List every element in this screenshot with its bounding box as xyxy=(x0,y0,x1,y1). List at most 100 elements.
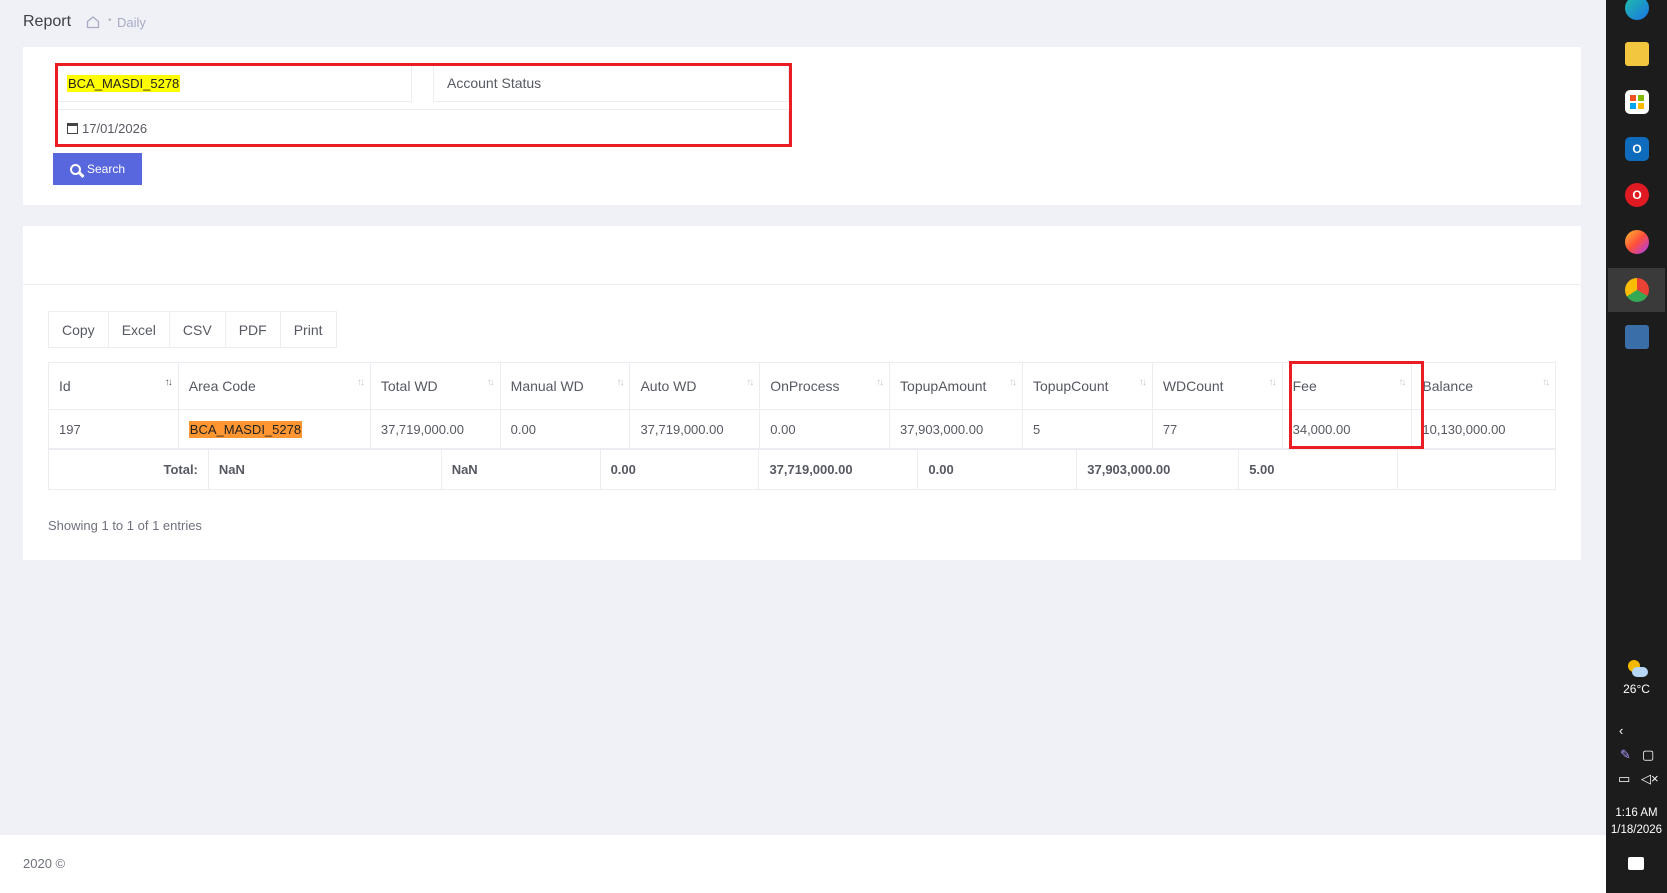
totals-table: Total: NaN NaN 0.00 37,719,000.00 0.00 3… xyxy=(48,449,1556,490)
excel-button[interactable]: Excel xyxy=(108,312,170,347)
total-value: 37,903,000.00 xyxy=(1076,449,1240,490)
pdf-button[interactable]: PDF xyxy=(225,312,281,347)
search-button-label: Search xyxy=(86,162,126,176)
column-header-label: Area Code xyxy=(188,378,256,394)
footer: 2020 © xyxy=(0,835,1606,893)
cell-onprocess: 0.00 xyxy=(759,409,891,449)
filter-card: BCA_MASDI_5278 Account Status 17/01/2026… xyxy=(23,47,1581,205)
total-value: 0.00 xyxy=(917,449,1078,490)
column-header-fee[interactable]: Fee ↑↓ xyxy=(1281,362,1413,410)
file-explorer-icon[interactable] xyxy=(1625,42,1649,66)
edge-icon[interactable] xyxy=(1625,0,1649,20)
column-header-label: TopupAmount xyxy=(900,378,987,394)
column-header-topup-count[interactable]: TopupCount ↑↓ xyxy=(1022,362,1153,410)
sort-icon: ↑↓ xyxy=(1398,377,1406,388)
column-header-label: Auto WD xyxy=(640,378,697,394)
column-header-label: Manual WD xyxy=(510,378,584,394)
csv-button[interactable]: CSV xyxy=(169,312,226,347)
print-button[interactable]: Print xyxy=(280,312,336,347)
column-header-id[interactable]: Id ↑↓ xyxy=(48,362,179,410)
column-header-balance[interactable]: Balance ↑↓ xyxy=(1411,362,1556,410)
calculator-icon[interactable] xyxy=(1625,325,1649,349)
table-header-row: Id ↑↓ Area Code ↑↓ Total WD ↑↓ Manual WD ↑↓ … xyxy=(48,362,1556,410)
clock[interactable]: 1:16 AM 1/18/2026 xyxy=(1606,805,1667,839)
table-row: 197 BCA_MASDI_5278 37,719,000.00 0.00 37… xyxy=(48,409,1556,449)
notification-icon[interactable] xyxy=(1628,857,1644,870)
column-header-manual-wd[interactable]: Manual WD ↑↓ xyxy=(499,362,631,410)
column-header-wd-count[interactable]: WDCount ↑↓ xyxy=(1151,362,1283,410)
column-header-label: OnProcess xyxy=(770,378,840,394)
firefox-icon[interactable] xyxy=(1625,230,1649,254)
clock-date: 1/18/2026 xyxy=(1610,824,1663,836)
sort-icon: ↑↓ xyxy=(1009,377,1017,388)
total-value: 5.00 xyxy=(1238,449,1399,490)
total-value: 37,719,000.00 xyxy=(758,449,919,490)
sort-icon: ↑↓ xyxy=(1138,377,1147,388)
results-card-header xyxy=(23,226,1581,285)
page-title: Report xyxy=(23,13,72,30)
opera-icon[interactable]: O xyxy=(1625,183,1649,207)
column-header-onprocess[interactable]: OnProcess ↑↓ xyxy=(759,362,891,410)
export-button-group: Copy Excel CSV PDF Print xyxy=(48,311,337,348)
chrome-icon[interactable] xyxy=(1625,278,1649,302)
area-code-highlight: BCA_MASDI_5278 xyxy=(188,420,303,438)
column-header-area-code[interactable]: Area Code ↑↓ xyxy=(177,362,371,410)
cell-auto-wd: 37,719,000.00 xyxy=(629,409,761,449)
total-value: 0.00 xyxy=(599,449,760,490)
account-status-placeholder: Account Status xyxy=(447,75,542,91)
cell-wd-count: 77 xyxy=(1151,409,1283,449)
copy-button[interactable]: Copy xyxy=(49,312,109,347)
date-picker-input[interactable]: 17/01/2026 xyxy=(55,109,789,147)
column-header-label: Total WD xyxy=(380,378,438,394)
area-code-input[interactable]: BCA_MASDI_5278 xyxy=(55,64,412,102)
outlook-icon[interactable]: O xyxy=(1625,137,1649,161)
column-header-auto-wd[interactable]: Auto WD ↑↓ xyxy=(629,362,761,410)
pen-icon[interactable]: ✎ xyxy=(1620,747,1631,763)
sort-icon: ↑↓ xyxy=(1542,377,1550,388)
account-status-select[interactable]: Account Status xyxy=(433,64,789,102)
taskbar: O O 26°C ‹ ✎ ▢ ▭ ◁× 1:16 AM 1/18/2026 xyxy=(1606,0,1667,893)
network-icon[interactable]: ▭ xyxy=(1618,771,1630,787)
column-header-topup-amount[interactable]: TopupAmount ↑↓ xyxy=(889,362,1024,410)
date-value: 17/01/2026 xyxy=(82,120,148,136)
meet-now-icon[interactable]: ▢ xyxy=(1642,747,1654,763)
sort-icon: ↑↓ xyxy=(164,377,173,388)
total-label: Total: xyxy=(48,449,209,490)
home-icon[interactable] xyxy=(86,15,100,29)
cell-topup-amount: 37,903,000.00 xyxy=(889,409,1024,449)
breadcrumb-daily[interactable]: Daily xyxy=(117,15,146,30)
total-value: NaN xyxy=(207,449,442,490)
footer-copyright: 2020 © xyxy=(23,856,66,871)
column-header-label: TopupCount xyxy=(1033,378,1109,394)
sort-icon: ↑↓ xyxy=(616,377,624,388)
sort-icon: ↑↓ xyxy=(746,377,754,388)
search-icon xyxy=(69,163,81,175)
volume-muted-icon[interactable]: ◁× xyxy=(1641,771,1659,787)
column-header-label: Fee xyxy=(1292,378,1317,394)
search-button[interactable]: Search xyxy=(53,153,142,185)
cell-total-wd: 37,719,000.00 xyxy=(369,409,501,449)
entries-info: Showing 1 to 1 of 1 entries xyxy=(48,518,202,533)
weather-temp: 26°C xyxy=(1623,682,1650,696)
totals-row: Total: NaN NaN 0.00 37,719,000.00 0.00 3… xyxy=(48,449,1556,490)
cell-topup-count: 5 xyxy=(1022,409,1153,449)
clock-time: 1:16 AM xyxy=(1615,807,1658,819)
total-value xyxy=(1397,449,1556,490)
cell-balance: 10,130,000.00 xyxy=(1411,409,1556,449)
weather-widget[interactable]: 26°C xyxy=(1606,660,1667,696)
page-header: Report • Daily xyxy=(0,0,1606,44)
sort-icon: ↑↓ xyxy=(486,377,495,388)
microsoft-store-icon[interactable] xyxy=(1625,90,1649,114)
cell-id: 197 xyxy=(48,409,179,449)
results-card: Copy Excel CSV PDF Print Id ↑↓ Area Code ↑… xyxy=(23,226,1581,560)
weather-icon xyxy=(1626,660,1648,678)
column-header-label: Id xyxy=(59,378,71,394)
area-code-value: BCA_MASDI_5278 xyxy=(67,74,181,92)
column-header-label: Balance xyxy=(1422,378,1473,394)
column-header-total-wd[interactable]: Total WD ↑↓ xyxy=(369,362,501,410)
column-header-label: WDCount xyxy=(1162,378,1224,394)
breadcrumb-separator: • xyxy=(108,15,112,26)
chevron-left-icon[interactable]: ‹ xyxy=(1619,723,1623,738)
cell-area-code: BCA_MASDI_5278 xyxy=(177,409,371,449)
total-value: NaN xyxy=(440,449,601,490)
